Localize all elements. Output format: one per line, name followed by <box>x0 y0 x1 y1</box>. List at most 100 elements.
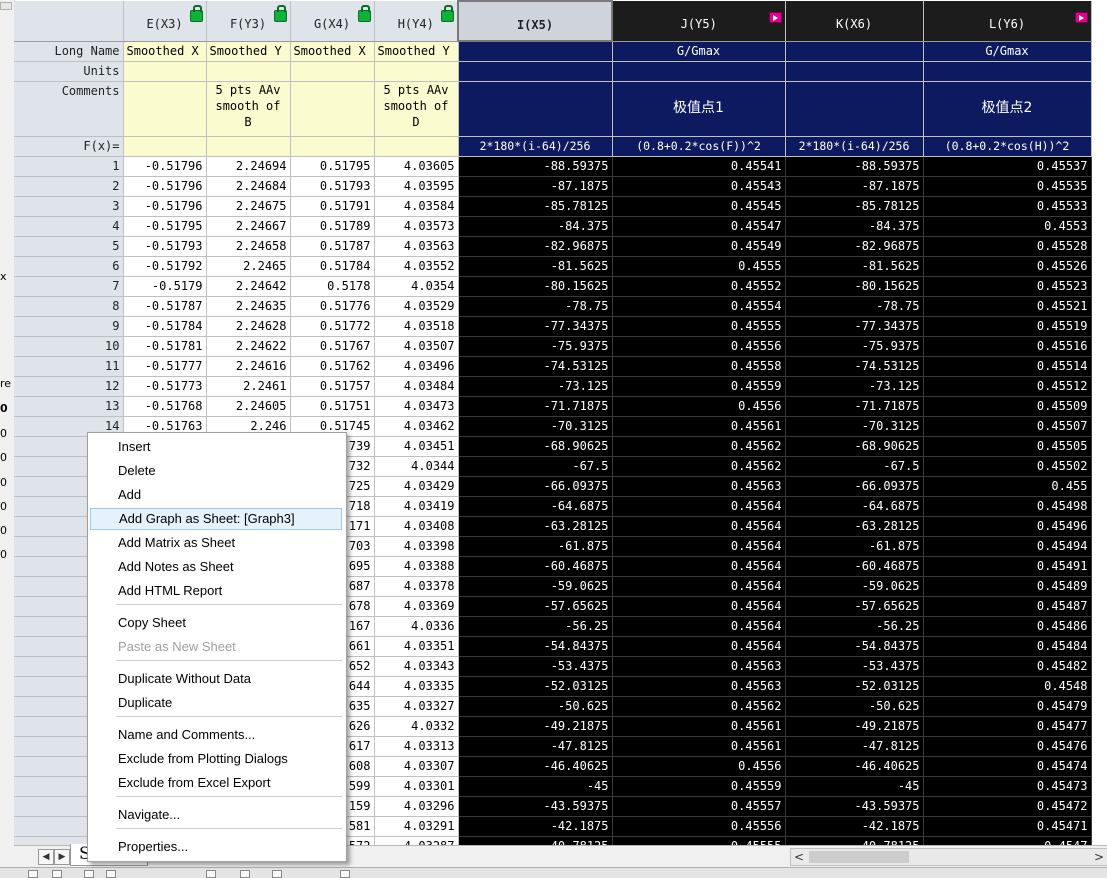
data-cell[interactable]: -84.375 <box>458 216 613 237</box>
row-number[interactable]: 2 <box>14 176 124 197</box>
data-cell[interactable]: 0.45555 <box>612 316 786 337</box>
data-cell[interactable]: -43.59375 <box>458 796 613 817</box>
menu-item-copy-sheet[interactable]: Copy Sheet <box>90 612 342 634</box>
menu-item-paste-as-new-sheet[interactable]: Paste as New Sheet <box>90 636 342 658</box>
meta-cell[interactable]: G/Gmax <box>923 41 1092 62</box>
data-cell[interactable]: 0.45512 <box>923 376 1092 397</box>
data-cell[interactable]: -74.53125 <box>785 356 924 377</box>
data-cell[interactable]: 0.51789 <box>290 216 375 237</box>
data-cell[interactable]: -82.96875 <box>458 236 613 257</box>
data-cell[interactable]: -70.3125 <box>458 416 613 437</box>
data-cell[interactable]: 0.45554 <box>612 296 786 317</box>
meta-cell[interactable]: 5 pts AAv smooth of D <box>374 81 459 137</box>
data-cell[interactable]: 0.51772 <box>290 316 375 337</box>
menu-item-duplicate-without-data[interactable]: Duplicate Without Data <box>90 668 342 690</box>
data-cell[interactable]: -0.51773 <box>123 376 207 397</box>
data-cell[interactable]: -80.15625 <box>458 276 613 297</box>
data-cell[interactable]: -77.34375 <box>458 316 613 337</box>
meta-cell[interactable] <box>123 136 207 157</box>
row-number[interactable]: 4 <box>14 216 124 237</box>
row-number[interactable]: 13 <box>14 396 124 417</box>
data-cell[interactable]: -52.03125 <box>785 676 924 697</box>
data-cell[interactable]: 4.03462 <box>374 416 459 437</box>
data-cell[interactable]: 0.45523 <box>923 276 1092 297</box>
data-cell[interactable]: -73.125 <box>458 376 613 397</box>
data-cell[interactable]: 0.45486 <box>923 616 1092 637</box>
meta-cell[interactable] <box>785 41 924 62</box>
data-cell[interactable]: 4.03584 <box>374 196 459 217</box>
data-cell[interactable]: 0.51757 <box>290 376 375 397</box>
data-cell[interactable]: 0.45507 <box>923 416 1092 437</box>
data-cell[interactable]: 2.24605 <box>206 396 291 417</box>
data-cell[interactable]: 4.03484 <box>374 376 459 397</box>
data-cell[interactable]: 2.24635 <box>206 296 291 317</box>
data-cell[interactable]: -49.21875 <box>785 716 924 737</box>
column-header-l[interactable]: L(Y6) <box>923 1 1092 42</box>
menu-item-add-matrix-as-sheet[interactable]: Add Matrix as Sheet <box>90 532 342 554</box>
row-number[interactable]: 10 <box>14 336 124 357</box>
data-cell[interactable]: -60.46875 <box>458 556 613 577</box>
data-cell[interactable]: -81.5625 <box>785 256 924 277</box>
data-cell[interactable]: 0.45559 <box>612 776 786 797</box>
data-cell[interactable]: 0.45563 <box>612 656 786 677</box>
data-cell[interactable]: 4.03507 <box>374 336 459 357</box>
meta-cell[interactable]: 极值点2 <box>923 81 1092 137</box>
data-cell[interactable]: 0.4548 <box>923 676 1092 697</box>
data-cell[interactable]: 4.0354 <box>374 276 459 297</box>
data-cell[interactable]: -49.21875 <box>458 716 613 737</box>
data-cell[interactable]: 0.51793 <box>290 176 375 197</box>
data-cell[interactable]: 0.45496 <box>923 516 1092 537</box>
data-cell[interactable]: 4.03552 <box>374 256 459 277</box>
meta-cell[interactable] <box>290 81 375 137</box>
data-cell[interactable]: 0.51787 <box>290 236 375 257</box>
data-cell[interactable]: 0.45498 <box>923 496 1092 517</box>
data-cell[interactable]: -63.28125 <box>458 516 613 537</box>
meta-cell[interactable]: Smoothed X <box>290 41 375 62</box>
data-cell[interactable]: 4.03351 <box>374 636 459 657</box>
meta-cell[interactable]: 2*180*(i-64)/256 <box>458 136 613 157</box>
data-cell[interactable]: -73.125 <box>785 376 924 397</box>
data-cell[interactable]: -50.625 <box>458 696 613 717</box>
data-cell[interactable]: 0.45552 <box>612 276 786 297</box>
data-cell[interactable]: -0.51796 <box>123 176 207 197</box>
meta-cell[interactable] <box>206 61 291 82</box>
data-cell[interactable]: 0.45494 <box>923 536 1092 557</box>
data-cell[interactable]: 0.4553 <box>923 216 1092 237</box>
meta-cell[interactable]: 2*180*(i-64)/256 <box>785 136 924 157</box>
data-cell[interactable]: -47.8125 <box>785 736 924 757</box>
meta-cell[interactable]: Smoothed Y <box>374 41 459 62</box>
data-cell[interactable]: 0.45526 <box>923 256 1092 277</box>
data-cell[interactable]: 0.45564 <box>612 536 786 557</box>
data-cell[interactable]: -52.03125 <box>458 676 613 697</box>
data-cell[interactable]: -59.0625 <box>785 576 924 597</box>
next-sheet-button[interactable]: ▶ <box>54 849 70 865</box>
data-cell[interactable]: -47.8125 <box>458 736 613 757</box>
menu-item-add-notes-as-sheet[interactable]: Add Notes as Sheet <box>90 556 342 578</box>
column-header-i[interactable]: I(X5) <box>457 0 613 42</box>
data-cell[interactable]: -78.75 <box>458 296 613 317</box>
data-cell[interactable]: 4.03378 <box>374 576 459 597</box>
data-cell[interactable]: -0.51777 <box>123 356 207 377</box>
data-cell[interactable]: 2.2461 <box>206 376 291 397</box>
meta-cell[interactable] <box>923 61 1092 82</box>
data-cell[interactable]: 0.4556 <box>612 756 786 777</box>
data-cell[interactable]: 0.45562 <box>612 696 786 717</box>
data-cell[interactable]: 4.03496 <box>374 356 459 377</box>
data-cell[interactable]: 0.45533 <box>923 196 1092 217</box>
data-cell[interactable]: 4.03451 <box>374 436 459 457</box>
data-cell[interactable]: 0.5178 <box>290 276 375 297</box>
column-header-f[interactable]: F(Y3) <box>206 1 291 42</box>
data-cell[interactable]: 4.03563 <box>374 236 459 257</box>
data-cell[interactable]: -0.51781 <box>123 336 207 357</box>
data-cell[interactable]: 0.4555 <box>612 256 786 277</box>
data-cell[interactable]: 4.03398 <box>374 536 459 557</box>
meta-cell[interactable] <box>206 136 291 157</box>
data-cell[interactable]: -0.5179 <box>123 276 207 297</box>
scroll-left-icon[interactable]: < <box>791 849 807 865</box>
data-cell[interactable]: 0.51776 <box>290 296 375 317</box>
data-cell[interactable]: 2.24658 <box>206 236 291 257</box>
data-cell[interactable]: 2.24628 <box>206 316 291 337</box>
data-cell[interactable]: -0.51784 <box>123 316 207 337</box>
data-cell[interactable]: -82.96875 <box>785 236 924 257</box>
data-cell[interactable]: 0.45471 <box>923 816 1092 837</box>
